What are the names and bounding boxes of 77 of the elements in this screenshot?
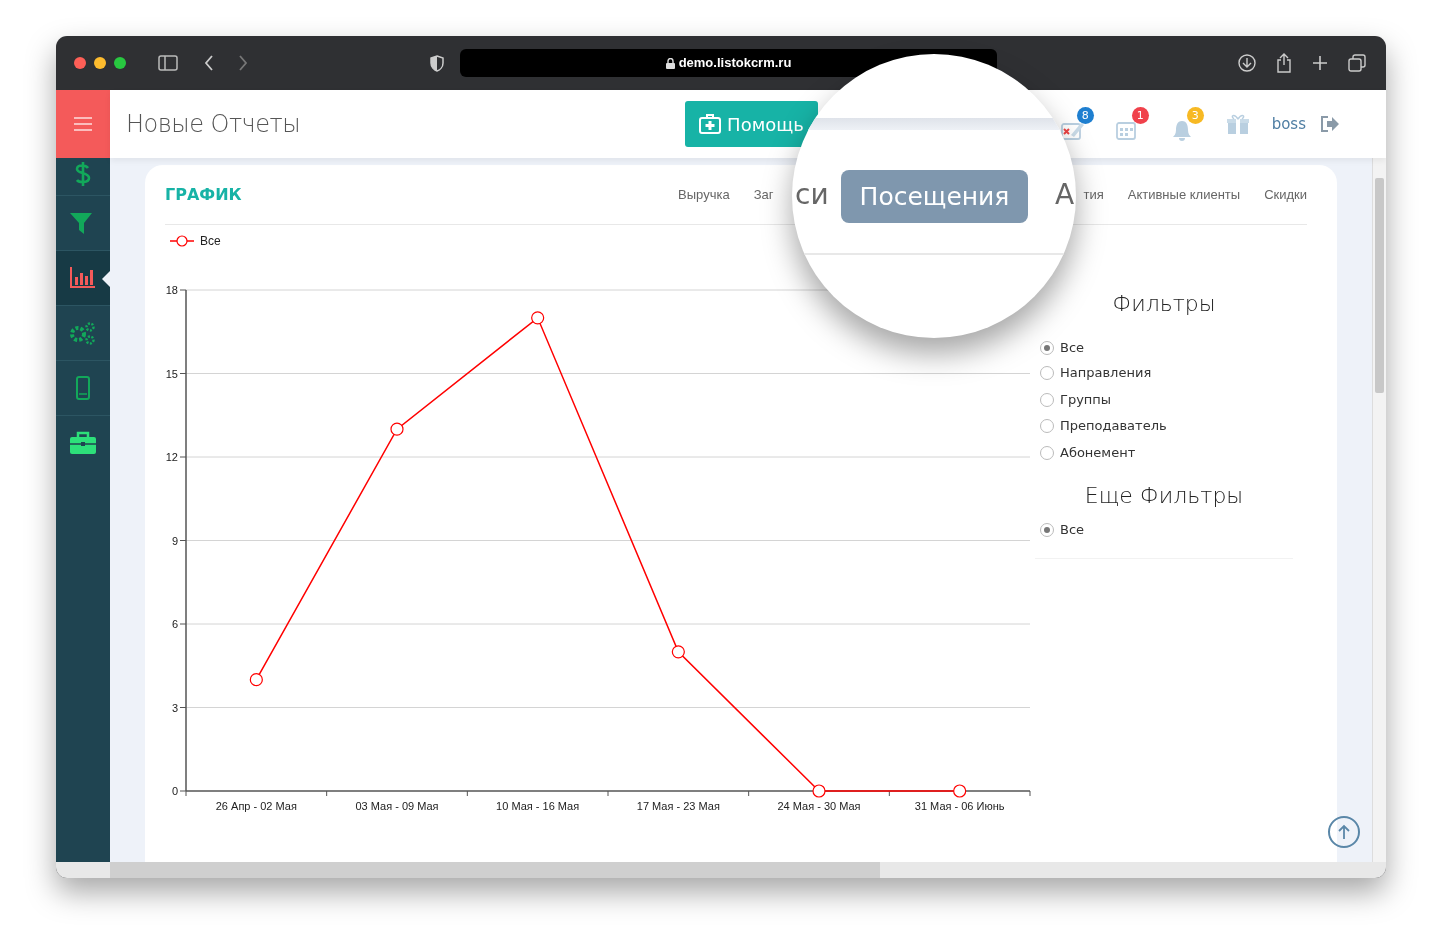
arrow-up-icon xyxy=(1337,824,1351,840)
count-badge: 1 xyxy=(1131,107,1149,124)
radio-option[interactable]: Направления xyxy=(1040,360,1152,386)
count-badge: 8 xyxy=(1076,107,1094,124)
filter-heading: Еще Фильтры xyxy=(1083,481,1245,510)
first-aid-kit-icon xyxy=(699,114,722,134)
sidebar-toggle-icon[interactable] xyxy=(158,55,178,71)
axis-tick-label: 31 Мая - 06 Июнь xyxy=(914,800,1005,812)
horizontal-scrollbar[interactable] xyxy=(56,862,1386,878)
data-point[interactable] xyxy=(812,784,826,798)
logout-icon[interactable] xyxy=(1320,115,1340,133)
axis-tick-label: 15 xyxy=(165,367,178,380)
tabs-overview-icon[interactable] xyxy=(1348,54,1366,72)
axis-tick-label: 24 Мая - 30 Мая xyxy=(777,800,861,812)
radio-option[interactable]: Все xyxy=(1040,335,1085,361)
data-point[interactable] xyxy=(953,784,967,798)
data-point[interactable] xyxy=(390,422,404,436)
radio-option[interactable]: Абонемент xyxy=(1040,440,1136,465)
count-badge: 3 xyxy=(1186,107,1204,124)
sidebar-item[interactable] xyxy=(56,250,110,305)
legend-item[interactable] xyxy=(169,235,195,247)
notification-button[interactable]: 1 xyxy=(1115,107,1149,141)
scrollbar-thumb[interactable] xyxy=(1375,178,1384,393)
axis-tick-label: 18 xyxy=(165,284,178,296)
axis-tick-label: 17 Мая - 23 Мая xyxy=(636,800,720,812)
menu-button[interactable] xyxy=(56,90,110,158)
forward-icon[interactable] xyxy=(238,55,248,71)
tab-fragment: А xyxy=(1055,178,1075,212)
option-label: Все xyxy=(1060,520,1085,539)
shield-icon[interactable] xyxy=(430,54,444,72)
tab[interactable]: Выручка xyxy=(678,184,730,205)
gears-icon xyxy=(69,320,97,346)
user-link[interactable]: boss xyxy=(1271,112,1306,136)
data-point[interactable] xyxy=(671,645,685,659)
scrollbar-thumb[interactable] xyxy=(110,862,880,878)
axis-tick-label: 12 xyxy=(165,451,178,463)
new-tab-icon[interactable] xyxy=(1312,55,1328,71)
url-text: demo.listokcrm.ru xyxy=(678,54,792,73)
tab-fragment: си xyxy=(795,178,829,212)
option-label: Все xyxy=(1060,339,1085,358)
legend-label: Все xyxy=(200,234,221,248)
option-label: Группы xyxy=(1060,390,1112,409)
axis-tick-label: 6 xyxy=(171,618,178,630)
axis-tick-label: 03 Мая - 09 Мая xyxy=(355,800,439,812)
lock-icon xyxy=(665,57,675,69)
download-icon[interactable] xyxy=(1238,54,1256,72)
option-label: Абонемент xyxy=(1060,443,1136,462)
menu-icon xyxy=(74,117,92,131)
notification-button[interactable]: 8 xyxy=(1060,107,1094,141)
axis-tick-label: 0 xyxy=(171,785,178,797)
radio-option[interactable]: Преподаватель xyxy=(1040,413,1167,439)
option-label: Направления xyxy=(1060,364,1152,383)
axis-tick-label: 9 xyxy=(171,534,178,547)
data-point[interactable] xyxy=(249,673,263,687)
share-icon[interactable] xyxy=(1276,53,1292,73)
card-title: ГРАФИК xyxy=(165,183,242,206)
vertical-scrollbar[interactable] xyxy=(1372,158,1386,862)
scroll-to-top-button[interactable] xyxy=(1328,816,1360,848)
back-icon[interactable] xyxy=(204,55,214,71)
filter-heading: Фильтры xyxy=(1111,290,1217,318)
zoom-dot[interactable] xyxy=(114,57,126,69)
briefcase-icon xyxy=(69,430,97,456)
axis-tick-label: 10 Мая - 16 Мая xyxy=(496,800,580,812)
axis-tick-label: 3 xyxy=(171,701,178,714)
radio-option[interactable]: Все xyxy=(1040,517,1085,542)
page-title: Новые Отчеты xyxy=(126,109,301,140)
tab[interactable]: Активные клиенты xyxy=(1127,184,1241,205)
option-label: Преподаватель xyxy=(1060,417,1167,436)
tab[interactable]: тия xyxy=(1083,184,1104,205)
minimize-dot[interactable] xyxy=(94,57,106,69)
data-point[interactable] xyxy=(531,311,545,325)
tab[interactable]: Скидки xyxy=(1264,184,1307,205)
bar-chart-icon xyxy=(69,265,97,291)
axis-tick-label: 26 Апр - 02 Мая xyxy=(215,800,297,812)
tab[interactable]: Заг xyxy=(753,184,774,205)
radio-option[interactable]: Группы xyxy=(1040,387,1112,412)
close-dot[interactable] xyxy=(74,57,86,69)
